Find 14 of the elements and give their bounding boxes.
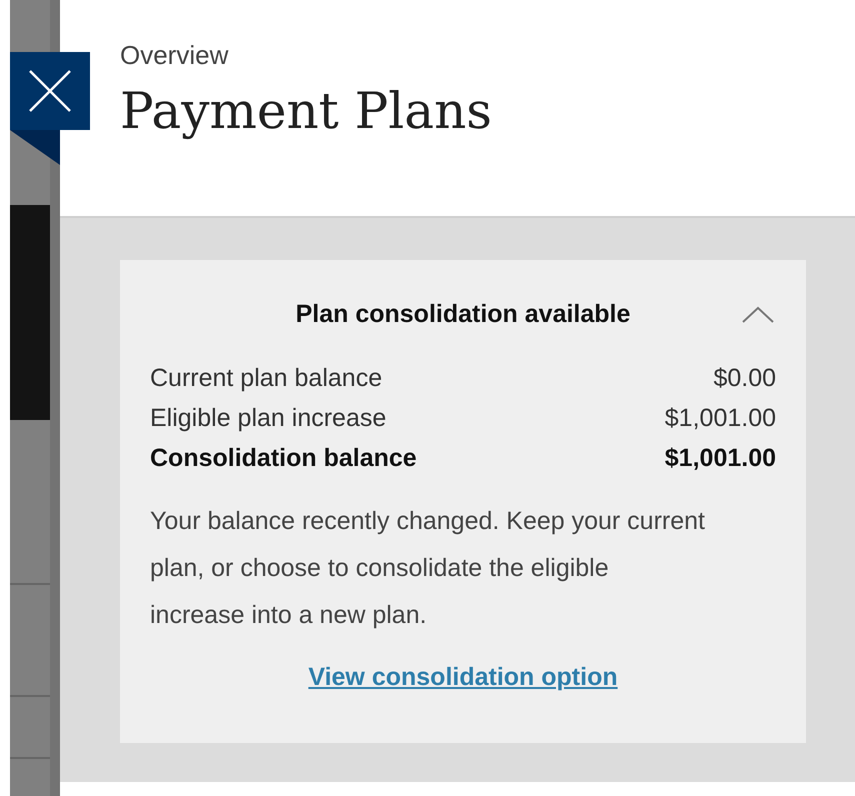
notice-message: Your balance recently changed. Keep your current plan, or choose to consolidate the eligible increase into a new plan. xyxy=(150,506,706,630)
consolidation-link[interactable]: View consolidation option xyxy=(308,658,618,696)
row-amount: $1,001.00 xyxy=(664,402,776,434)
row-label: Consolidation balance xyxy=(150,442,417,474)
notice-title: Plan consolidation available xyxy=(296,299,630,330)
breadcrumb: Overview xyxy=(120,42,230,68)
ribbon-fold-icon xyxy=(10,130,60,165)
close-button[interactable] xyxy=(10,52,90,130)
close-icon xyxy=(28,69,72,113)
row-label: Eligible plan increase xyxy=(150,402,386,434)
row-amount: $1,001.00 xyxy=(664,442,776,474)
row-amount: $0.00 xyxy=(713,362,776,394)
chevron-up-icon xyxy=(741,306,775,324)
row-label: Current plan balance xyxy=(150,362,382,394)
